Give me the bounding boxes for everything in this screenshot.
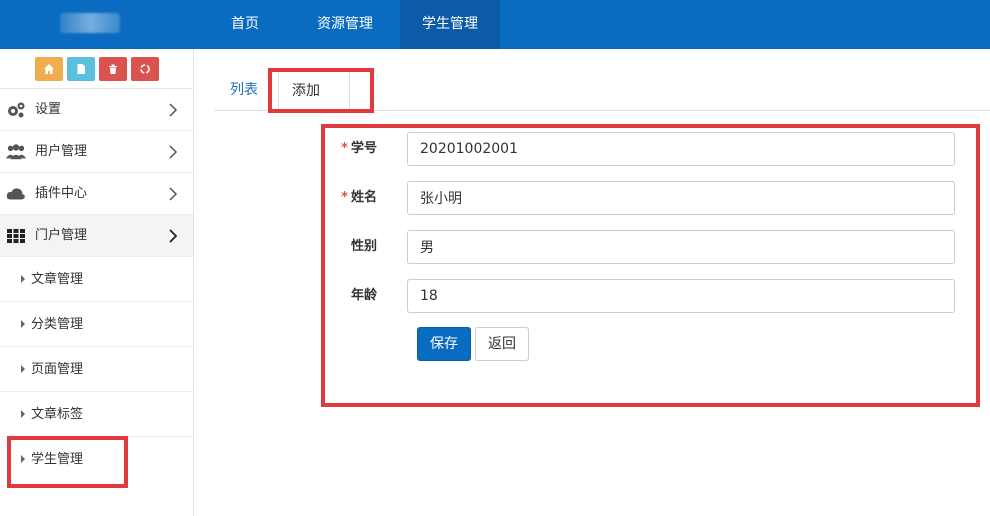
caret-right-icon bbox=[21, 365, 25, 373]
tab-add[interactable]: 添加 bbox=[278, 70, 350, 111]
form-actions: 保存 返回 bbox=[417, 327, 529, 361]
nav-item-resources[interactable]: 资源管理 bbox=[290, 0, 400, 49]
form-row-age: 年龄 bbox=[325, 279, 975, 313]
field-label: 年龄 bbox=[325, 279, 377, 313]
home-shortcut-button[interactable] bbox=[34, 56, 63, 81]
recycle-icon bbox=[139, 63, 150, 74]
caret-right-icon bbox=[21, 275, 25, 283]
content-tabs: 列表 添加 bbox=[214, 70, 990, 111]
gears-icon bbox=[8, 102, 25, 118]
home-icon bbox=[43, 63, 54, 74]
file-icon bbox=[77, 63, 85, 74]
label-text: 性别 bbox=[350, 239, 377, 254]
sidebar-subitem-label: 分类管理 bbox=[31, 317, 84, 332]
sidebar-subitem-label: 文章管理 bbox=[31, 272, 84, 287]
sidebar-item-users[interactable]: 用户管理 bbox=[0, 131, 193, 173]
label-text: 学号 bbox=[350, 141, 377, 156]
shortcut-bar bbox=[0, 49, 193, 89]
label-text: 姓名 bbox=[350, 190, 377, 205]
sidebar-subitem-students[interactable]: 学生管理 bbox=[0, 437, 193, 482]
student-form: *学号 *姓名 性别 年龄 保存 返回 bbox=[325, 127, 975, 403]
sidebar-subitem-label: 文章标签 bbox=[31, 407, 84, 422]
sidebar-subitem-categories[interactable]: 分类管理 bbox=[0, 302, 193, 347]
sidebar-item-settings[interactable]: 设置 bbox=[0, 89, 193, 131]
sidebar-item-label: 门户管理 bbox=[35, 228, 88, 243]
grid-icon bbox=[7, 229, 25, 243]
sidebar-subitem-label: 学生管理 bbox=[31, 452, 84, 467]
form-row-student-id: * 学号 bbox=[325, 132, 975, 166]
nav-item-home[interactable]: 首页 bbox=[200, 0, 290, 49]
required-mark: * bbox=[341, 190, 348, 205]
tab-list[interactable]: 列表 bbox=[230, 70, 258, 111]
student-id-input[interactable] bbox=[407, 132, 955, 166]
trash-icon bbox=[108, 64, 117, 74]
save-button[interactable]: 保存 bbox=[417, 327, 471, 361]
required-mark: * bbox=[341, 141, 348, 156]
nav-item-students[interactable]: 学生管理 bbox=[400, 0, 500, 49]
form-row-name: * 姓名 bbox=[325, 181, 975, 215]
users-icon bbox=[6, 144, 26, 160]
chevron-right-icon bbox=[169, 103, 178, 117]
sidebar-item-plugins[interactable]: 插件中心 bbox=[0, 173, 193, 215]
label-text: 年龄 bbox=[350, 288, 377, 303]
sidebar-item-portal[interactable]: 门户管理 bbox=[0, 215, 193, 257]
field-label: * 学号 bbox=[325, 132, 377, 166]
field-label: * 姓名 bbox=[325, 181, 377, 215]
sidebar-item-label: 设置 bbox=[35, 102, 62, 117]
sidebar-subitem-tags[interactable]: 文章标签 bbox=[0, 392, 193, 437]
trash-shortcut-button[interactable] bbox=[98, 56, 127, 81]
sidebar-item-label: 插件中心 bbox=[35, 186, 88, 201]
sidebar-subitem-articles[interactable]: 文章管理 bbox=[0, 257, 193, 302]
caret-right-icon bbox=[21, 455, 25, 463]
chevron-right-icon bbox=[169, 187, 178, 201]
sidebar: 设置 用户管理 插件中心 门户管理 文章管理 分类管理 页面管理 文章标签 学生… bbox=[0, 49, 194, 516]
chevron-right-icon bbox=[169, 145, 178, 159]
form-row-gender: 性别 bbox=[325, 230, 975, 264]
sidebar-item-label: 用户管理 bbox=[35, 144, 88, 159]
chevron-right-icon bbox=[169, 229, 178, 243]
field-label: 性别 bbox=[325, 230, 377, 264]
caret-right-icon bbox=[21, 410, 25, 418]
file-shortcut-button[interactable] bbox=[66, 56, 95, 81]
logo[interactable] bbox=[60, 13, 120, 33]
back-button[interactable]: 返回 bbox=[475, 327, 529, 361]
top-navbar: 首页 资源管理 学生管理 bbox=[0, 0, 990, 49]
brand-area bbox=[0, 0, 194, 49]
main-nav: 首页 资源管理 学生管理 bbox=[200, 0, 500, 49]
sidebar-subitem-pages[interactable]: 页面管理 bbox=[0, 347, 193, 392]
recycle-shortcut-button[interactable] bbox=[130, 56, 159, 81]
name-input[interactable] bbox=[407, 181, 955, 215]
caret-right-icon bbox=[21, 320, 25, 328]
age-input[interactable] bbox=[407, 279, 955, 313]
sidebar-subitem-label: 页面管理 bbox=[31, 362, 84, 377]
cloud-icon bbox=[6, 188, 25, 200]
gender-input[interactable] bbox=[407, 230, 955, 264]
